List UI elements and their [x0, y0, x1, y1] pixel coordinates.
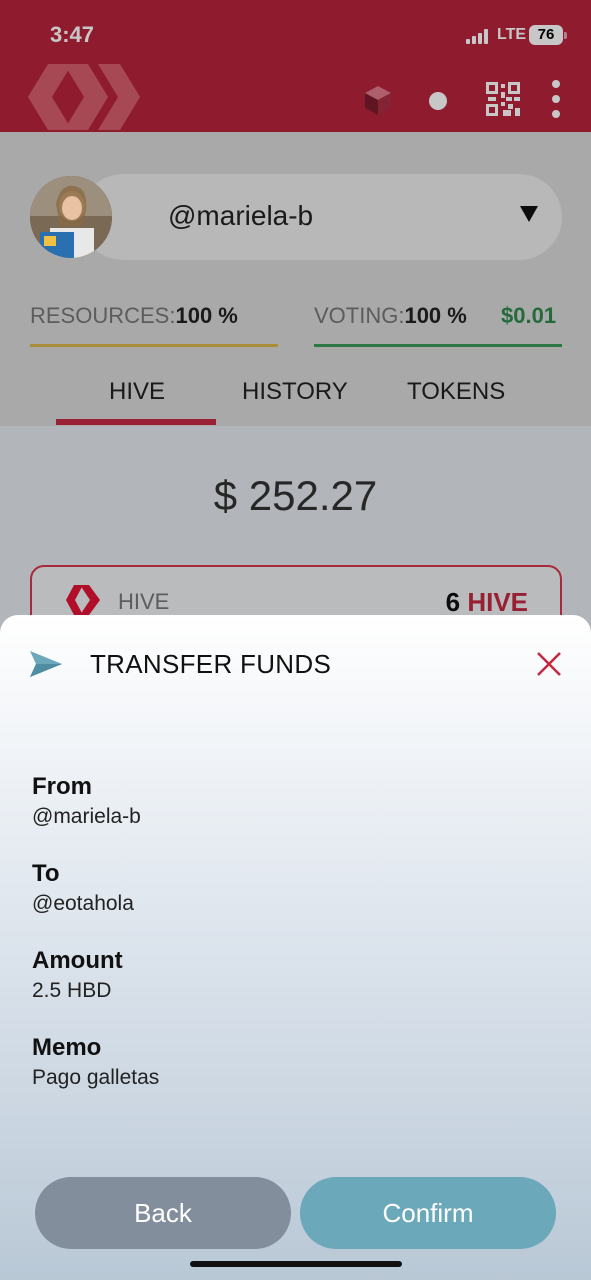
confirm-button[interactable]: Confirm [300, 1177, 556, 1249]
transfer-funds-sheet: TRANSFER FUNDS From @mariela-b To @eotah… [0, 615, 591, 1280]
field-from-value: @mariela-b [32, 805, 141, 828]
back-button[interactable]: Back [35, 1177, 291, 1249]
field-amount-label: Amount [32, 947, 123, 974]
home-indicator[interactable] [190, 1261, 402, 1267]
send-icon [30, 651, 62, 677]
field-to-label: To [32, 860, 60, 887]
field-memo-value: Pago galletas [32, 1066, 160, 1089]
field-from-label: From [32, 773, 92, 800]
avatar [30, 176, 112, 258]
field-amount-value: 2.5 HBD [32, 979, 112, 1002]
field-memo: Memo Pago galletas [32, 1034, 159, 1090]
field-memo-label: Memo [32, 1034, 102, 1061]
sheet-title: TRANSFER FUNDS [90, 649, 332, 679]
close-icon[interactable] [536, 651, 562, 677]
field-to: To @eotahola [32, 860, 134, 916]
field-to-value: @eotahola [32, 892, 134, 915]
field-from: From @mariela-b [32, 773, 141, 829]
field-amount: Amount 2.5 HBD [32, 947, 123, 1003]
